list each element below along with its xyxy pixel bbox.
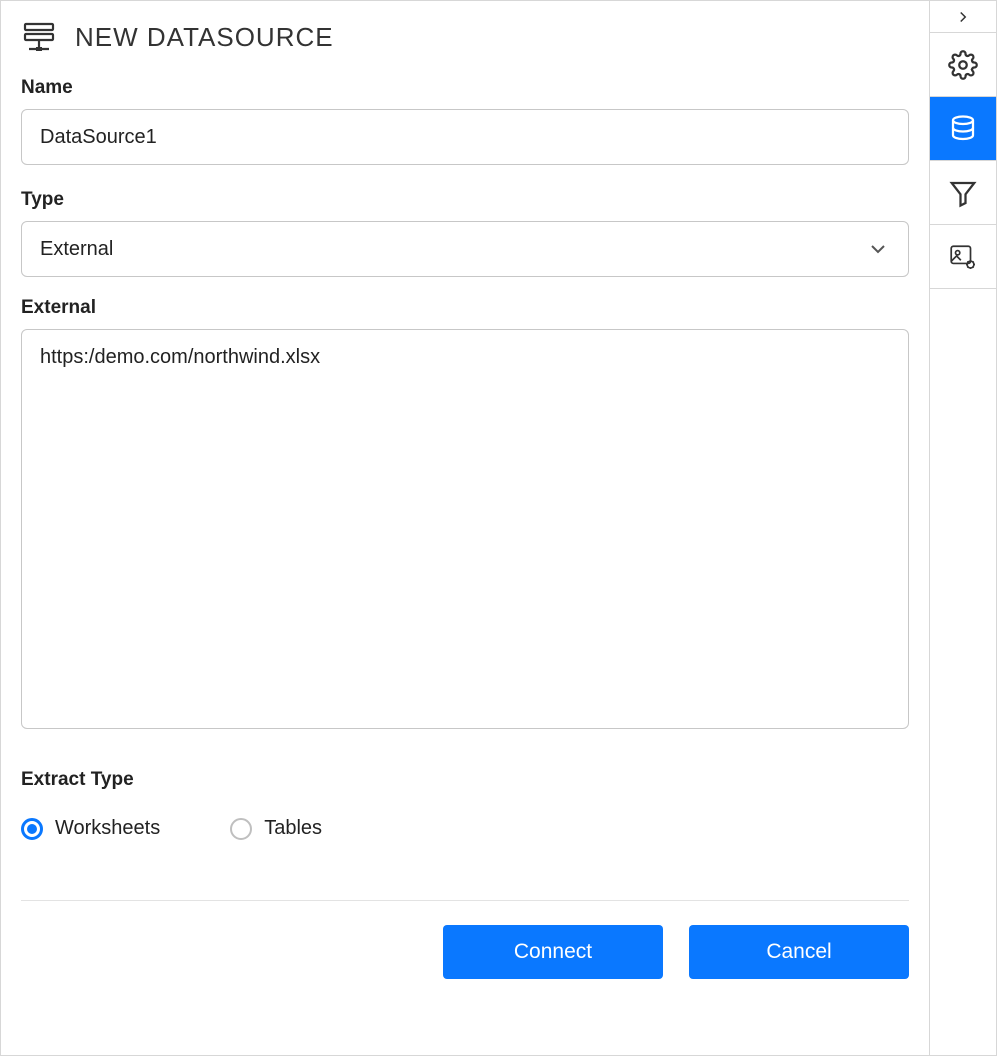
- right-toolbar: [930, 0, 997, 1056]
- external-url-textarea[interactable]: [21, 329, 909, 729]
- connect-button[interactable]: Connect: [443, 925, 663, 979]
- panel-title: NEW DATASOURCE: [75, 22, 334, 53]
- datasource-form-panel: NEW DATASOURCE Name Type External Extern…: [0, 0, 930, 1056]
- name-label: Name: [21, 77, 909, 99]
- radio-worksheets-label: Worksheets: [55, 817, 160, 840]
- type-label: Type: [21, 189, 909, 211]
- toolbar-datasource[interactable]: [930, 97, 996, 161]
- footer-divider: [21, 900, 909, 901]
- radio-tables-label: Tables: [264, 817, 322, 840]
- external-label: External: [21, 297, 909, 319]
- panel-header: NEW DATASOURCE: [21, 19, 909, 55]
- extract-type-label: Extract Type: [21, 769, 909, 791]
- toolbar-settings[interactable]: [930, 33, 996, 97]
- chevron-down-icon: [866, 237, 890, 261]
- funnel-icon: [948, 178, 978, 208]
- cancel-button[interactable]: Cancel: [689, 925, 909, 979]
- radio-worksheets-indicator: [21, 818, 43, 840]
- radio-tables-indicator: [230, 818, 252, 840]
- name-input[interactable]: [21, 109, 909, 165]
- toolbar-filter[interactable]: [930, 161, 996, 225]
- radio-tables[interactable]: Tables: [230, 817, 322, 840]
- toolbar-expand[interactable]: [930, 1, 996, 33]
- type-select[interactable]: External: [21, 221, 909, 277]
- toolbar-image-settings[interactable]: [930, 225, 996, 289]
- type-select-value: External: [40, 238, 113, 261]
- database-icon: [948, 114, 978, 144]
- gear-icon: [948, 50, 978, 80]
- extract-type-radio-group: Worksheets Tables: [21, 817, 909, 840]
- radio-worksheets[interactable]: Worksheets: [21, 817, 160, 840]
- datasource-header-icon: [21, 19, 57, 55]
- footer-buttons: Connect Cancel: [21, 925, 909, 979]
- image-gear-icon: [948, 242, 978, 272]
